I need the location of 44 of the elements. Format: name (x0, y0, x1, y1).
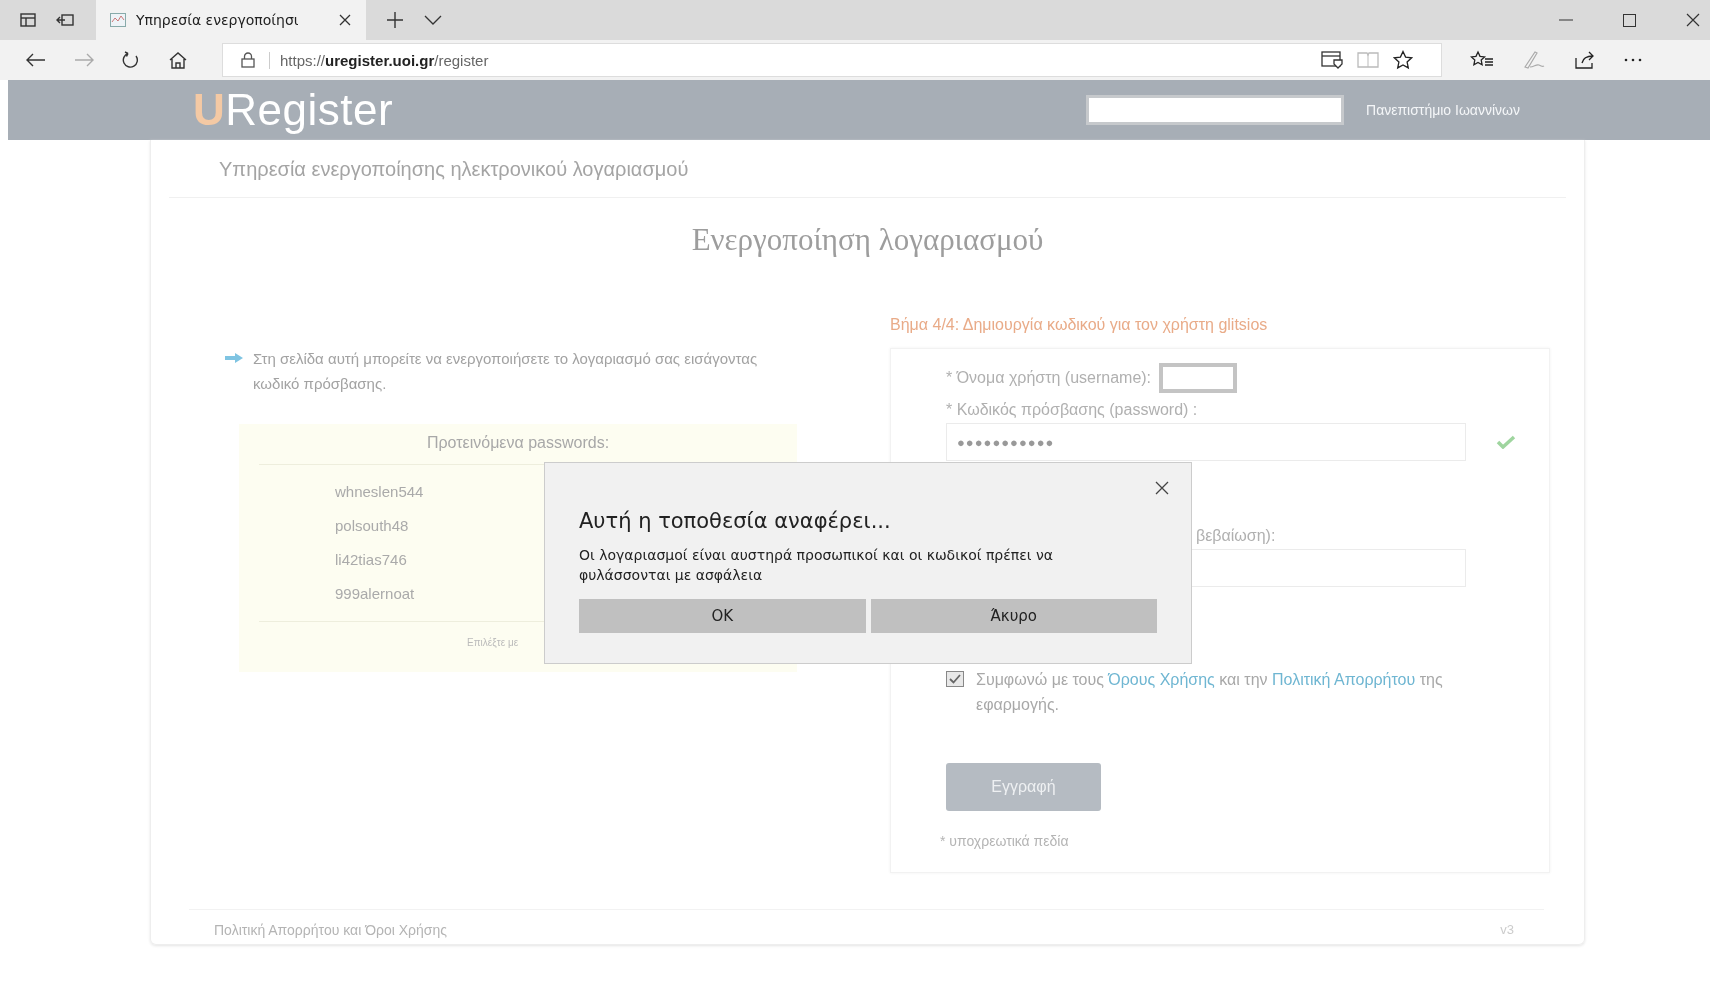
password-field[interactable]: ●●●●●●●●●●● (946, 423, 1466, 461)
privacy-link[interactable]: Πολιτική Απορρήτου (1272, 671, 1416, 688)
close-icon[interactable] (1686, 13, 1700, 27)
intro-text: Στη σελίδα αυτή μπορείτε να ενεργοποιήσετε το λογαριασμό σας εισάγοντας κωδικό πρόσβασης. (253, 349, 759, 394)
address-bar[interactable]: https://uregister.uoi.gr/register (222, 43, 1442, 77)
home-icon[interactable] (168, 51, 188, 69)
arrow-right-icon (225, 353, 243, 363)
close-icon[interactable] (338, 13, 352, 27)
footer-link[interactable]: Πολιτική Απορρήτου και Όροι Χρήσης (214, 922, 448, 938)
back-icon[interactable] (26, 53, 46, 67)
page-subtitle: Υπηρεσία ενεργοποίησης ηλεκτρονικού λογαριασμού (169, 140, 1566, 198)
terms-text: Συμφωνώ με τους Όρους Χρήσης και την Πολιτική Απορρήτου της εφαρμογής. (976, 670, 1444, 715)
new-tab-icon[interactable] (386, 11, 404, 29)
chevron-down-icon[interactable] (424, 15, 442, 25)
terms-link[interactable]: Όρους Χρήσης (1108, 671, 1215, 688)
browser-tab[interactable]: Υπηρεσία ενεργοποίησι (96, 0, 366, 40)
dialog-title: Αυτή η τοποθεσία αναφέρει... (579, 509, 892, 533)
required-note: * υποχρεωτικά πεδία (940, 833, 1070, 849)
close-icon[interactable] (1155, 481, 1169, 495)
suggestions-hint: Επιλέξτε με (467, 637, 519, 648)
tracking-shield-icon[interactable] (1321, 51, 1343, 69)
tab-back-icon[interactable] (56, 13, 74, 27)
username-field[interactable] (1159, 363, 1238, 393)
institution-name: Πανεπιστήμιο Ιωαννίνων (1366, 102, 1520, 118)
more-icon[interactable] (1624, 58, 1642, 62)
chart-icon (110, 13, 126, 27)
share-icon[interactable] (1574, 50, 1596, 70)
tabs-aside-icon[interactable] (20, 13, 36, 27)
cancel-button[interactable]: Άκυρο (870, 599, 1157, 633)
step-title: Βήμα 4/4: Δημιουργία κωδικού για τον χρήστη glitsios (890, 316, 1269, 334)
maximize-icon[interactable] (1623, 13, 1636, 27)
logo[interactable]: URegister (193, 85, 394, 135)
refresh-icon[interactable] (122, 51, 140, 69)
lock-icon (241, 52, 255, 68)
terms-checkbox[interactable] (946, 671, 964, 687)
search-field[interactable] (1086, 95, 1344, 125)
confirm-password-label: βεβαίωση): (1196, 527, 1277, 545)
dialog-message: Οι λογαριασμοί είναι αυστηρά προσωπικοί και οι κωδικοί πρέπει να φυλάσσονται με ασφάλεια (579, 546, 1055, 585)
star-icon[interactable] (1393, 50, 1413, 70)
register-button[interactable]: Εγγραφή (946, 763, 1101, 811)
password-label: * Κωδικός πρόσβασης (password) : (946, 401, 1199, 419)
username-label: * Όνομα χρήστη (username): (946, 369, 1152, 387)
page-heading: Ενεργοποίηση λογαριασμού (690, 222, 1045, 258)
ok-button[interactable]: OK (579, 599, 866, 633)
